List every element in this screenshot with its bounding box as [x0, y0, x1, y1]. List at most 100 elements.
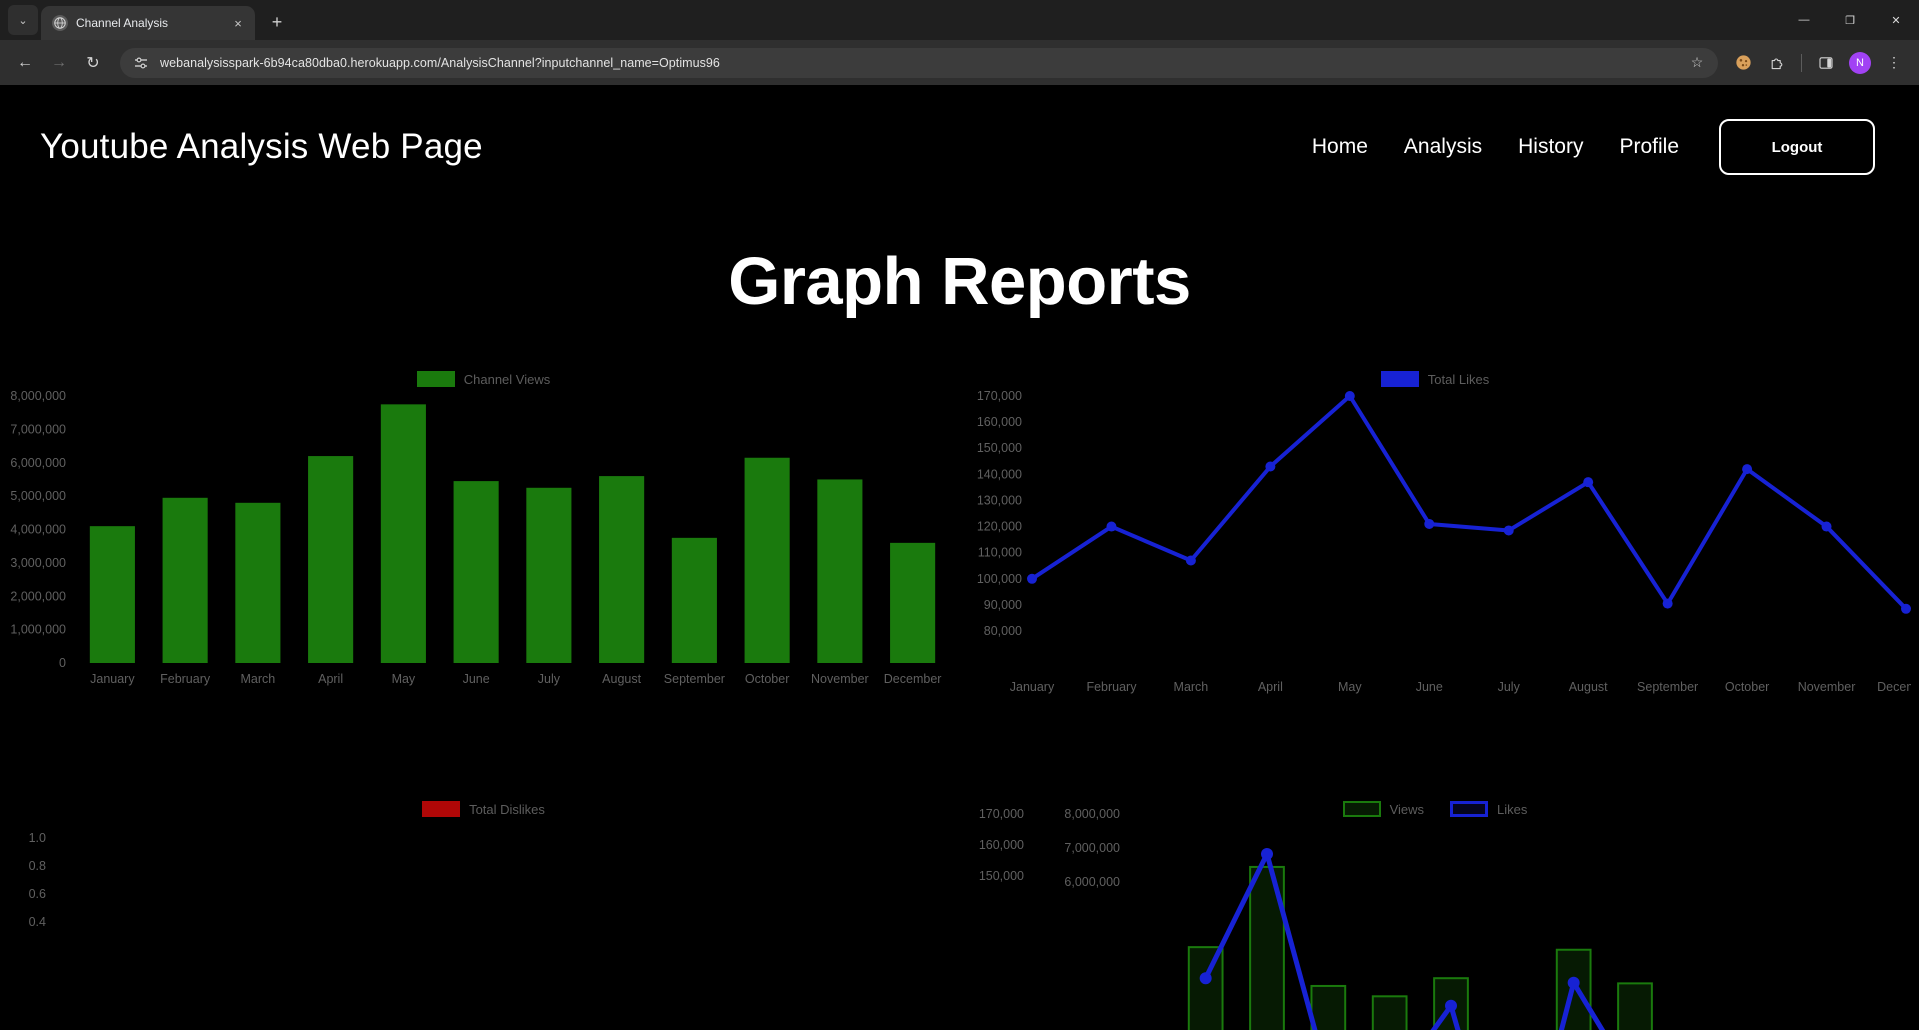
- bar[interactable]: [235, 502, 281, 663]
- url-text: webanalysisspark-6b94ca80dba0.herokuapp.…: [160, 55, 720, 70]
- kebab-menu-icon: ⋮: [1887, 54, 1901, 70]
- data-point[interactable]: [1444, 999, 1457, 1012]
- close-icon[interactable]: ×: [229, 14, 247, 32]
- axis-tick-label: October: [1724, 680, 1768, 694]
- axis-tick-label: 170,000: [978, 807, 1023, 821]
- new-tab-button[interactable]: +: [263, 8, 291, 36]
- minimize-icon: —: [1798, 14, 1810, 26]
- bar[interactable]: [1371, 995, 1408, 1030]
- bar[interactable]: [671, 537, 717, 663]
- forward-button[interactable]: →: [44, 48, 74, 78]
- axis-tick-label: 4,000,000: [10, 523, 66, 537]
- bar[interactable]: [453, 481, 499, 663]
- axis-tick-label: August: [602, 672, 641, 686]
- dislikes-chart-svg: 1.0 0.8 0.6 0.4: [29, 831, 46, 929]
- axis-tick-label: 6,000,000: [1064, 875, 1120, 889]
- data-point[interactable]: [1821, 521, 1832, 532]
- bar[interactable]: [162, 497, 208, 663]
- nav-link-analysis[interactable]: Analysis: [1386, 135, 1500, 159]
- extensions-puzzle-icon[interactable]: [1762, 48, 1792, 78]
- data-point[interactable]: [1900, 603, 1911, 614]
- bar[interactable]: [1616, 982, 1653, 1030]
- nav-link-profile[interactable]: Profile: [1601, 135, 1697, 159]
- plot-area: 0 1,000,000 2,000,000 3,000,000 4,000,000 5,0…: [8, 368, 959, 798]
- data-point[interactable]: [1662, 598, 1673, 609]
- axis-tick-label: 5,000,000: [10, 489, 66, 503]
- axis-tick-label: December: [1877, 680, 1911, 694]
- bookmark-star-icon[interactable]: ☆: [1688, 54, 1706, 71]
- side-panel-icon[interactable]: [1811, 48, 1841, 78]
- bar[interactable]: [744, 457, 790, 663]
- tab-search-button[interactable]: ⌄: [8, 5, 38, 35]
- data-point[interactable]: [1260, 848, 1273, 860]
- maximize-button[interactable]: ❐: [1827, 0, 1873, 40]
- globe-icon: [52, 15, 68, 31]
- axis-tick-label: 0.4: [29, 915, 46, 929]
- reload-button[interactable]: ↻: [78, 48, 108, 78]
- axis-tick-label: 8,000,000: [1064, 807, 1120, 821]
- address-bar[interactable]: webanalysisspark-6b94ca80dba0.herokuapp.…: [120, 47, 1718, 78]
- axis-tick-label: May: [1338, 680, 1362, 694]
- chevron-down-icon: ⌄: [18, 14, 28, 27]
- data-point[interactable]: [1199, 972, 1212, 985]
- bar[interactable]: [308, 456, 354, 663]
- main-navigation: Home Analysis History Profile Logout: [1294, 119, 1875, 175]
- axis-tick-label: 0.8: [29, 859, 46, 873]
- bar[interactable]: [89, 526, 135, 663]
- nav-link-home[interactable]: Home: [1294, 135, 1386, 159]
- axis-tick-label: July: [1497, 680, 1520, 694]
- axis-tick-label: September: [1637, 680, 1698, 694]
- axis-tick-label: 120,000: [976, 520, 1021, 534]
- data-point[interactable]: [1503, 525, 1514, 536]
- browser-menu-icon[interactable]: ⋮: [1879, 48, 1909, 78]
- cookie-icon[interactable]: [1728, 48, 1758, 78]
- minimize-button[interactable]: —: [1781, 0, 1827, 40]
- profile-avatar[interactable]: N: [1849, 51, 1871, 74]
- browser-chrome: ⌄ Channel Analysis × + — ❐ ✕ ← → ↻ weban…: [0, 0, 1919, 85]
- axis-tick-label: November: [811, 672, 869, 686]
- data-point[interactable]: [1344, 391, 1355, 401]
- close-window-button[interactable]: ✕: [1873, 0, 1919, 40]
- axis-tick-label: 140,000: [976, 467, 1021, 481]
- bar[interactable]: [526, 487, 572, 663]
- bar[interactable]: [1309, 984, 1346, 1030]
- nav-link-history[interactable]: History: [1500, 135, 1601, 159]
- data-point[interactable]: [1264, 461, 1275, 472]
- bar[interactable]: [599, 476, 645, 663]
- chart-total-dislikes: Total Dislikes 1.0 0.8 0.6 0.4: [8, 798, 959, 1030]
- data-point[interactable]: [1423, 518, 1434, 529]
- axis-tick-label: 2,000,000: [10, 589, 66, 603]
- site-brand: Youtube Analysis Web Page: [40, 127, 483, 166]
- axis-tick-label: 0.6: [29, 887, 46, 901]
- data-point[interactable]: [1567, 976, 1580, 989]
- axis-tick-label: December: [884, 672, 942, 686]
- reload-icon: ↻: [86, 54, 100, 72]
- back-button[interactable]: ←: [10, 48, 40, 78]
- axis-tick-label: 130,000: [976, 493, 1021, 507]
- plot-area: 80,000 90,000 100,000 110,000 120,000 130,000…: [960, 368, 1911, 798]
- site-header: Youtube Analysis Web Page Home Analysis …: [0, 85, 1919, 185]
- axis-tick-label: 160,000: [978, 838, 1023, 852]
- page-content: Youtube Analysis Web Page Home Analysis …: [0, 85, 1919, 1030]
- axis-tick-label: 100,000: [976, 572, 1021, 586]
- axis-tick-label: 7,000,000: [10, 422, 66, 436]
- data-point[interactable]: [1185, 555, 1196, 566]
- data-point[interactable]: [1105, 521, 1116, 532]
- page-title: Graph Reports: [728, 244, 1191, 319]
- axis-tick-label: February: [160, 672, 211, 686]
- chart-total-likes: Total Likes 80,000 90,000 100,000 110,000 12…: [960, 368, 1911, 798]
- close-icon: ✕: [1891, 14, 1901, 27]
- data-point[interactable]: [1582, 477, 1593, 488]
- data-point[interactable]: [1741, 464, 1752, 475]
- bar[interactable]: [817, 479, 863, 663]
- browser-tab[interactable]: Channel Analysis ×: [41, 6, 255, 40]
- line-series[interactable]: [1029, 394, 1908, 611]
- bar[interactable]: [890, 542, 936, 663]
- axis-tick-label: April: [1257, 680, 1282, 694]
- data-point[interactable]: [1026, 573, 1037, 584]
- tune-icon[interactable]: [132, 54, 150, 72]
- axis-tick-label: November: [1797, 680, 1855, 694]
- bar[interactable]: [380, 404, 426, 663]
- axis-tick-label: September: [664, 672, 725, 686]
- logout-button[interactable]: Logout: [1719, 119, 1875, 175]
